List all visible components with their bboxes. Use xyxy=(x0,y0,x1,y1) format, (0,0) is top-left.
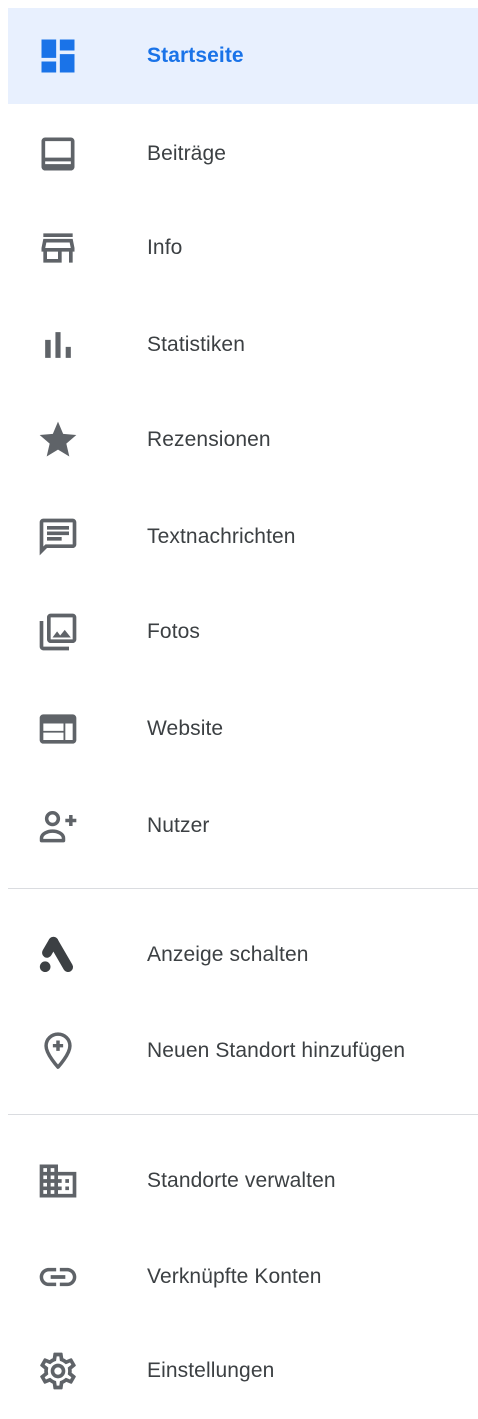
posts-icon xyxy=(36,132,80,176)
nav-item-label: Website xyxy=(147,717,224,740)
nav-item-label: Rezensionen xyxy=(147,428,271,451)
nav-item-fotos[interactable]: Fotos xyxy=(8,584,478,680)
nav-item-label: Startseite xyxy=(147,44,244,67)
nav-item-statistiken[interactable]: Statistiken xyxy=(8,297,478,393)
nav-item-neuen-standort-hinzufuegen[interactable]: Neuen Standort hinzufügen xyxy=(8,1003,478,1099)
nav-item-einstellungen[interactable]: Einstellungen xyxy=(8,1323,478,1419)
divider xyxy=(8,1114,478,1115)
storefront-icon xyxy=(36,226,80,270)
nav-item-label: Statistiken xyxy=(147,333,245,356)
nav-item-startseite[interactable]: Startseite xyxy=(8,8,478,104)
photo-library-icon xyxy=(36,610,80,654)
nav-item-standorte-verwalten[interactable]: Standorte verwalten xyxy=(8,1133,478,1229)
nav-item-anzeige-schalten[interactable]: Anzeige schalten xyxy=(8,907,478,1003)
divider xyxy=(8,888,478,889)
nav-item-nutzer[interactable]: Nutzer xyxy=(8,778,478,874)
navigation-drawer: Startseite Beiträge Info Statistiken Rez… xyxy=(0,0,478,1390)
nav-item-rezensionen[interactable]: Rezensionen xyxy=(8,392,478,488)
web-icon xyxy=(36,707,80,751)
add-location-icon xyxy=(36,1029,80,1073)
message-icon xyxy=(36,515,80,559)
nav-item-label: Verknüpfte Konten xyxy=(147,1265,322,1288)
link-icon xyxy=(36,1255,80,1299)
nav-item-label: Info xyxy=(147,236,183,259)
star-icon xyxy=(36,418,80,462)
nav-item-website[interactable]: Website xyxy=(8,681,478,777)
nav-item-label: Anzeige schalten xyxy=(147,943,309,966)
bar-chart-icon xyxy=(36,323,80,367)
dashboard-icon xyxy=(36,34,80,78)
nav-item-label: Nutzer xyxy=(147,814,210,837)
nav-item-info[interactable]: Info xyxy=(8,200,478,296)
person-add-icon xyxy=(36,804,80,848)
building-icon xyxy=(36,1159,80,1203)
nav-item-label: Standorte verwalten xyxy=(147,1169,336,1192)
nav-item-label: Neuen Standort hinzufügen xyxy=(147,1039,406,1062)
nav-item-label: Beiträge xyxy=(147,142,227,165)
settings-icon xyxy=(36,1349,80,1393)
nav-item-label: Fotos xyxy=(147,620,201,643)
google-ads-icon xyxy=(36,933,80,977)
nav-item-label: Textnachrichten xyxy=(147,525,296,548)
nav-item-textnachrichten[interactable]: Textnachrichten xyxy=(8,489,478,585)
nav-item-verknuepfte-konten[interactable]: Verknüpfte Konten xyxy=(8,1229,478,1325)
nav-item-label: Einstellungen xyxy=(147,1359,275,1382)
nav-item-beitraege[interactable]: Beiträge xyxy=(8,106,478,202)
